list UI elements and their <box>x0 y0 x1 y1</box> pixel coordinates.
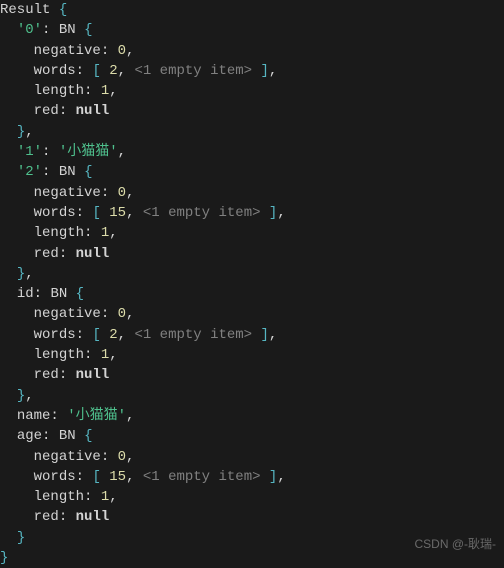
key-1: '1' <box>17 144 42 160</box>
key-id: id <box>17 286 34 302</box>
prop-red: red <box>34 103 59 119</box>
key-age: age <box>17 428 42 444</box>
key-0: '0' <box>17 22 42 38</box>
result-label: Result <box>0 2 50 18</box>
empty-item: <1 empty item> <box>134 63 252 79</box>
prop-length: length <box>34 83 84 99</box>
code-output: Result { '0': BN { negative: 0, words: [… <box>0 0 504 568</box>
key-2: '2' <box>17 164 42 180</box>
watermark: CSDN @-耿瑞- <box>414 536 496 553</box>
prop-negative: negative <box>34 43 101 59</box>
bn-label: BN <box>59 22 76 38</box>
prop-words: words <box>34 63 76 79</box>
key-name: name <box>17 408 51 424</box>
val-cat: '小猫猫' <box>59 144 118 160</box>
